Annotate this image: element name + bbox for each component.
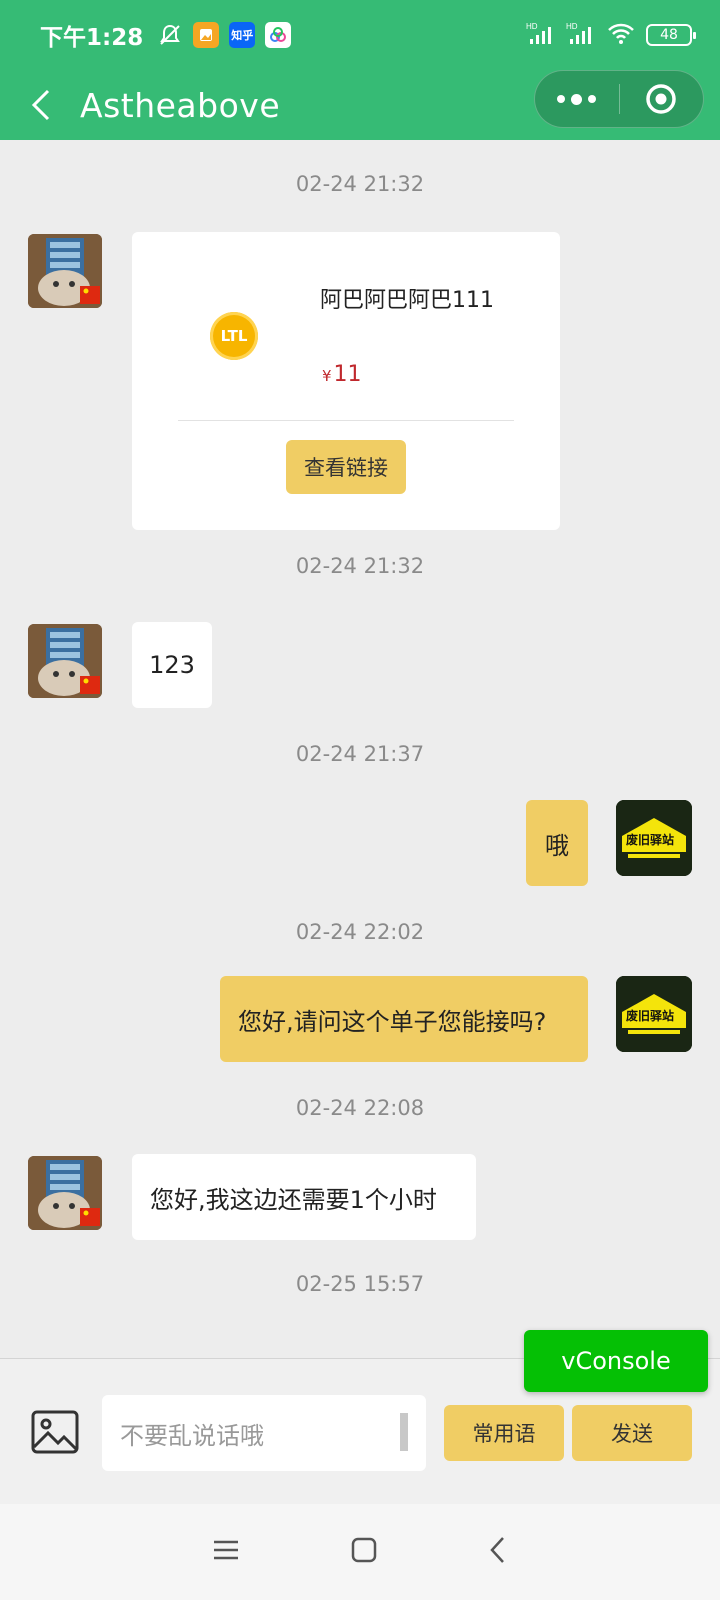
- wifi-icon: [606, 21, 636, 49]
- contact-avatar[interactable]: [28, 624, 102, 698]
- my-avatar[interactable]: 废旧驿站: [616, 976, 692, 1052]
- mute-icon: [157, 22, 183, 48]
- message-timestamp: 02-24 22:08: [295, 1096, 425, 1120]
- store-avatar-text: 废旧驿站: [626, 832, 674, 847]
- view-link-button[interactable]: 查看链接: [286, 440, 406, 494]
- more-menu-icon[interactable]: [535, 93, 619, 105]
- message-input[interactable]: 不要乱说话哦: [102, 1395, 426, 1471]
- product-price: ¥11: [322, 362, 362, 387]
- cloud-app-icon: [265, 22, 292, 48]
- battery-icon: 48: [646, 24, 696, 46]
- page-title: Astheabove: [80, 85, 281, 125]
- gallery-app-icon: [193, 22, 220, 48]
- product-coin-image: LTL: [210, 312, 258, 360]
- message-timestamp: 02-24 21:37: [295, 742, 425, 766]
- status-time: 下午1:28: [40, 25, 144, 51]
- back-arrow-icon[interactable]: [30, 89, 60, 121]
- product-card[interactable]: LTL 阿巴阿巴阿巴111 ¥11 查看链接: [132, 232, 560, 530]
- message-timestamp: 02-25 15:57: [295, 1272, 425, 1296]
- store-avatar-text: 废旧驿站: [626, 1008, 674, 1023]
- send-button[interactable]: 发送: [572, 1405, 692, 1461]
- signal-icon-2: HD: [566, 21, 596, 49]
- app-header: 下午1:28 知乎 HD HD 48 Astheabove: [0, 0, 720, 140]
- contact-avatar[interactable]: [28, 234, 102, 308]
- miniapp-capsule: [534, 70, 704, 128]
- price-value: 11: [333, 362, 362, 387]
- nav-row: Astheabove: [0, 70, 720, 140]
- product-title: 阿巴阿巴阿巴111: [320, 288, 494, 313]
- my-message-bubble[interactable]: 哦: [526, 800, 588, 886]
- my-message-bubble[interactable]: 您好,请问这个单子您能接吗?: [220, 976, 588, 1062]
- close-miniapp-icon[interactable]: [620, 82, 704, 116]
- zhihu-app-icon: 知乎: [229, 22, 256, 48]
- message-timestamp: 02-24 22:02: [295, 920, 425, 944]
- system-navigation-bar: [0, 1504, 720, 1600]
- message-bubble[interactable]: 123: [132, 622, 212, 708]
- currency-symbol: ¥: [322, 367, 332, 385]
- status-right: HD HD 48: [526, 21, 696, 49]
- home-icon[interactable]: [350, 1536, 378, 1568]
- signal-icon: HD: [526, 21, 556, 49]
- my-avatar[interactable]: 废旧驿站: [616, 800, 692, 876]
- common-phrases-button[interactable]: 常用语: [444, 1405, 564, 1461]
- contact-avatar[interactable]: [28, 1156, 102, 1230]
- message-timestamp: 02-24 21:32: [295, 172, 425, 196]
- svg-text:HD: HD: [566, 22, 578, 31]
- menu-icon[interactable]: [212, 1538, 240, 1566]
- svg-text:HD: HD: [526, 22, 538, 31]
- status-bar: 下午1:28 知乎 HD HD 48: [0, 0, 720, 70]
- image-picker-icon[interactable]: [30, 1407, 80, 1457]
- input-placeholder: 不要乱说话哦: [120, 1421, 264, 1450]
- message-bubble[interactable]: 您好,我这边还需要1个小时: [132, 1154, 476, 1240]
- vconsole-button[interactable]: vConsole: [524, 1330, 708, 1392]
- back-icon[interactable]: [488, 1535, 508, 1569]
- message-timestamp: 02-24 21:32: [295, 554, 425, 578]
